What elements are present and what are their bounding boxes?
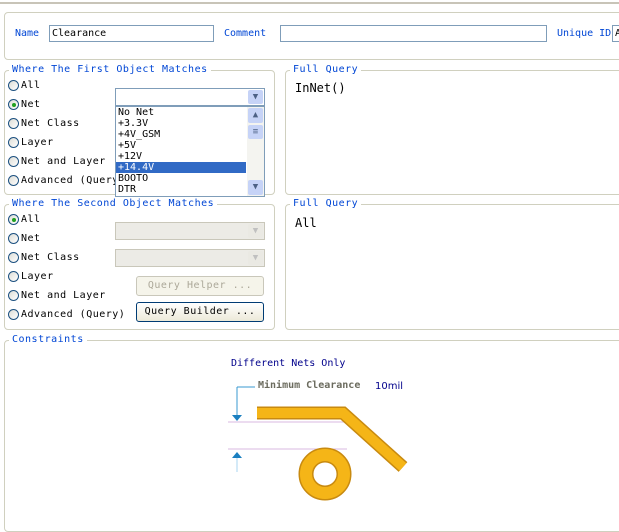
net-list-item[interactable]: No Net (116, 107, 246, 118)
comment-label: Comment (224, 28, 267, 39)
clearance-diagram (228, 386, 408, 501)
radio-label: Net Class (21, 252, 80, 263)
constraints-title: Constraints (9, 334, 87, 345)
radio-label: Advanced (Query) (21, 175, 126, 186)
top-divider (0, 2, 619, 4)
query-helper-button[interactable]: Query Helper ... (136, 276, 264, 296)
net-list-item[interactable]: +3.3V (116, 118, 246, 129)
radio-selected-dot (11, 217, 16, 222)
radio-circle[interactable] (8, 271, 19, 282)
pad (300, 449, 350, 499)
radio-net-class[interactable]: Net Class (8, 118, 80, 129)
radio-circle[interactable] (8, 214, 19, 225)
radio-advanced-query[interactable]: Advanced (Query) (8, 175, 125, 186)
radio-circle[interactable] (8, 233, 19, 244)
net-dropdown-list[interactable]: No Net +3.3V +4V_GSM +5V +12V +14.4V BOOTO DTR … (115, 106, 265, 197)
radio-layer[interactable]: Layer (8, 137, 54, 148)
radio-label: Layer (21, 137, 54, 148)
radio-label: Advanced (Query) (21, 309, 126, 320)
net-list-item[interactable]: +4V_GSM (116, 129, 246, 140)
name-input[interactable]: Clearance (49, 25, 214, 42)
net-list-item[interactable]: DTR (116, 184, 246, 195)
chevron-down-icon: ▼ (248, 224, 263, 238)
scroll-down-icon[interactable]: ▼ (248, 180, 263, 195)
radio-circle[interactable] (8, 175, 19, 186)
second-net-combo[interactable]: ▼ (115, 222, 265, 240)
arrow-up-icon (232, 452, 242, 458)
first-full-query-title: Full Query (290, 64, 362, 75)
comment-input[interactable] (280, 25, 547, 42)
second-object-title: Where The Second Object Matches (9, 198, 218, 209)
radio-advanced-query[interactable]: Advanced (Query) (8, 309, 125, 320)
radio-label: Net and Layer (21, 156, 106, 167)
scroll-thumb[interactable]: ≡ (248, 125, 263, 139)
radio-circle[interactable] (8, 80, 19, 91)
radio-layer[interactable]: Layer (8, 271, 54, 282)
net-list-item[interactable]: +12V (116, 151, 246, 162)
radio-label: Net (21, 233, 41, 244)
first-full-query-text: InNet() (295, 81, 346, 95)
radio-circle[interactable] (8, 99, 19, 110)
radio-circle[interactable] (8, 252, 19, 263)
radio-all[interactable]: All (8, 80, 41, 91)
net-list-item[interactable]: +14.4V (116, 162, 246, 173)
second-full-query-title: Full Query (290, 198, 362, 209)
chevron-down-icon[interactable]: ▼ (248, 90, 263, 104)
second-full-query-text: All (295, 216, 317, 230)
unique-id-label: Unique ID (557, 28, 612, 39)
net-combo[interactable]: ▼ (115, 88, 265, 106)
radio-net-and-layer[interactable]: Net and Layer (8, 290, 106, 301)
arrow-down-icon (232, 415, 242, 421)
second-full-query-group: Full Query (285, 198, 619, 330)
radio-label: Net Class (21, 118, 80, 129)
scrollbar[interactable]: ▲ ≡ ▼ (247, 107, 264, 196)
radio-label: Net (21, 99, 41, 110)
radio-circle[interactable] (8, 137, 19, 148)
radio-circle[interactable] (8, 290, 19, 301)
radio-label: All (21, 80, 41, 91)
radio-circle[interactable] (8, 118, 19, 129)
name-label: Name (15, 28, 40, 39)
second-netclass-combo[interactable]: ▼ (115, 249, 265, 267)
net-list-item[interactable]: +5V (116, 140, 246, 151)
radio-label: Layer (21, 271, 54, 282)
radio-selected-dot (11, 102, 16, 107)
radio-net[interactable]: Net (8, 99, 41, 110)
chevron-down-icon: ▼ (248, 251, 263, 265)
radio-net-class[interactable]: Net Class (8, 252, 80, 263)
radio-circle[interactable] (8, 309, 19, 320)
net-scope-select[interactable]: Different Nets Only (231, 358, 345, 369)
radio-all[interactable]: All (8, 214, 41, 225)
net-list-item[interactable]: BOOTO (116, 173, 246, 184)
radio-label: Net and Layer (21, 290, 106, 301)
query-builder-button[interactable]: Query Builder ... (136, 302, 264, 322)
radio-circle[interactable] (8, 156, 19, 167)
unique-id-input[interactable]: A (612, 25, 619, 42)
radio-net-and-layer[interactable]: Net and Layer (8, 156, 106, 167)
radio-label: All (21, 214, 41, 225)
radio-net[interactable]: Net (8, 233, 41, 244)
first-object-title: Where The First Object Matches (9, 64, 211, 75)
scroll-up-icon[interactable]: ▲ (248, 108, 263, 123)
